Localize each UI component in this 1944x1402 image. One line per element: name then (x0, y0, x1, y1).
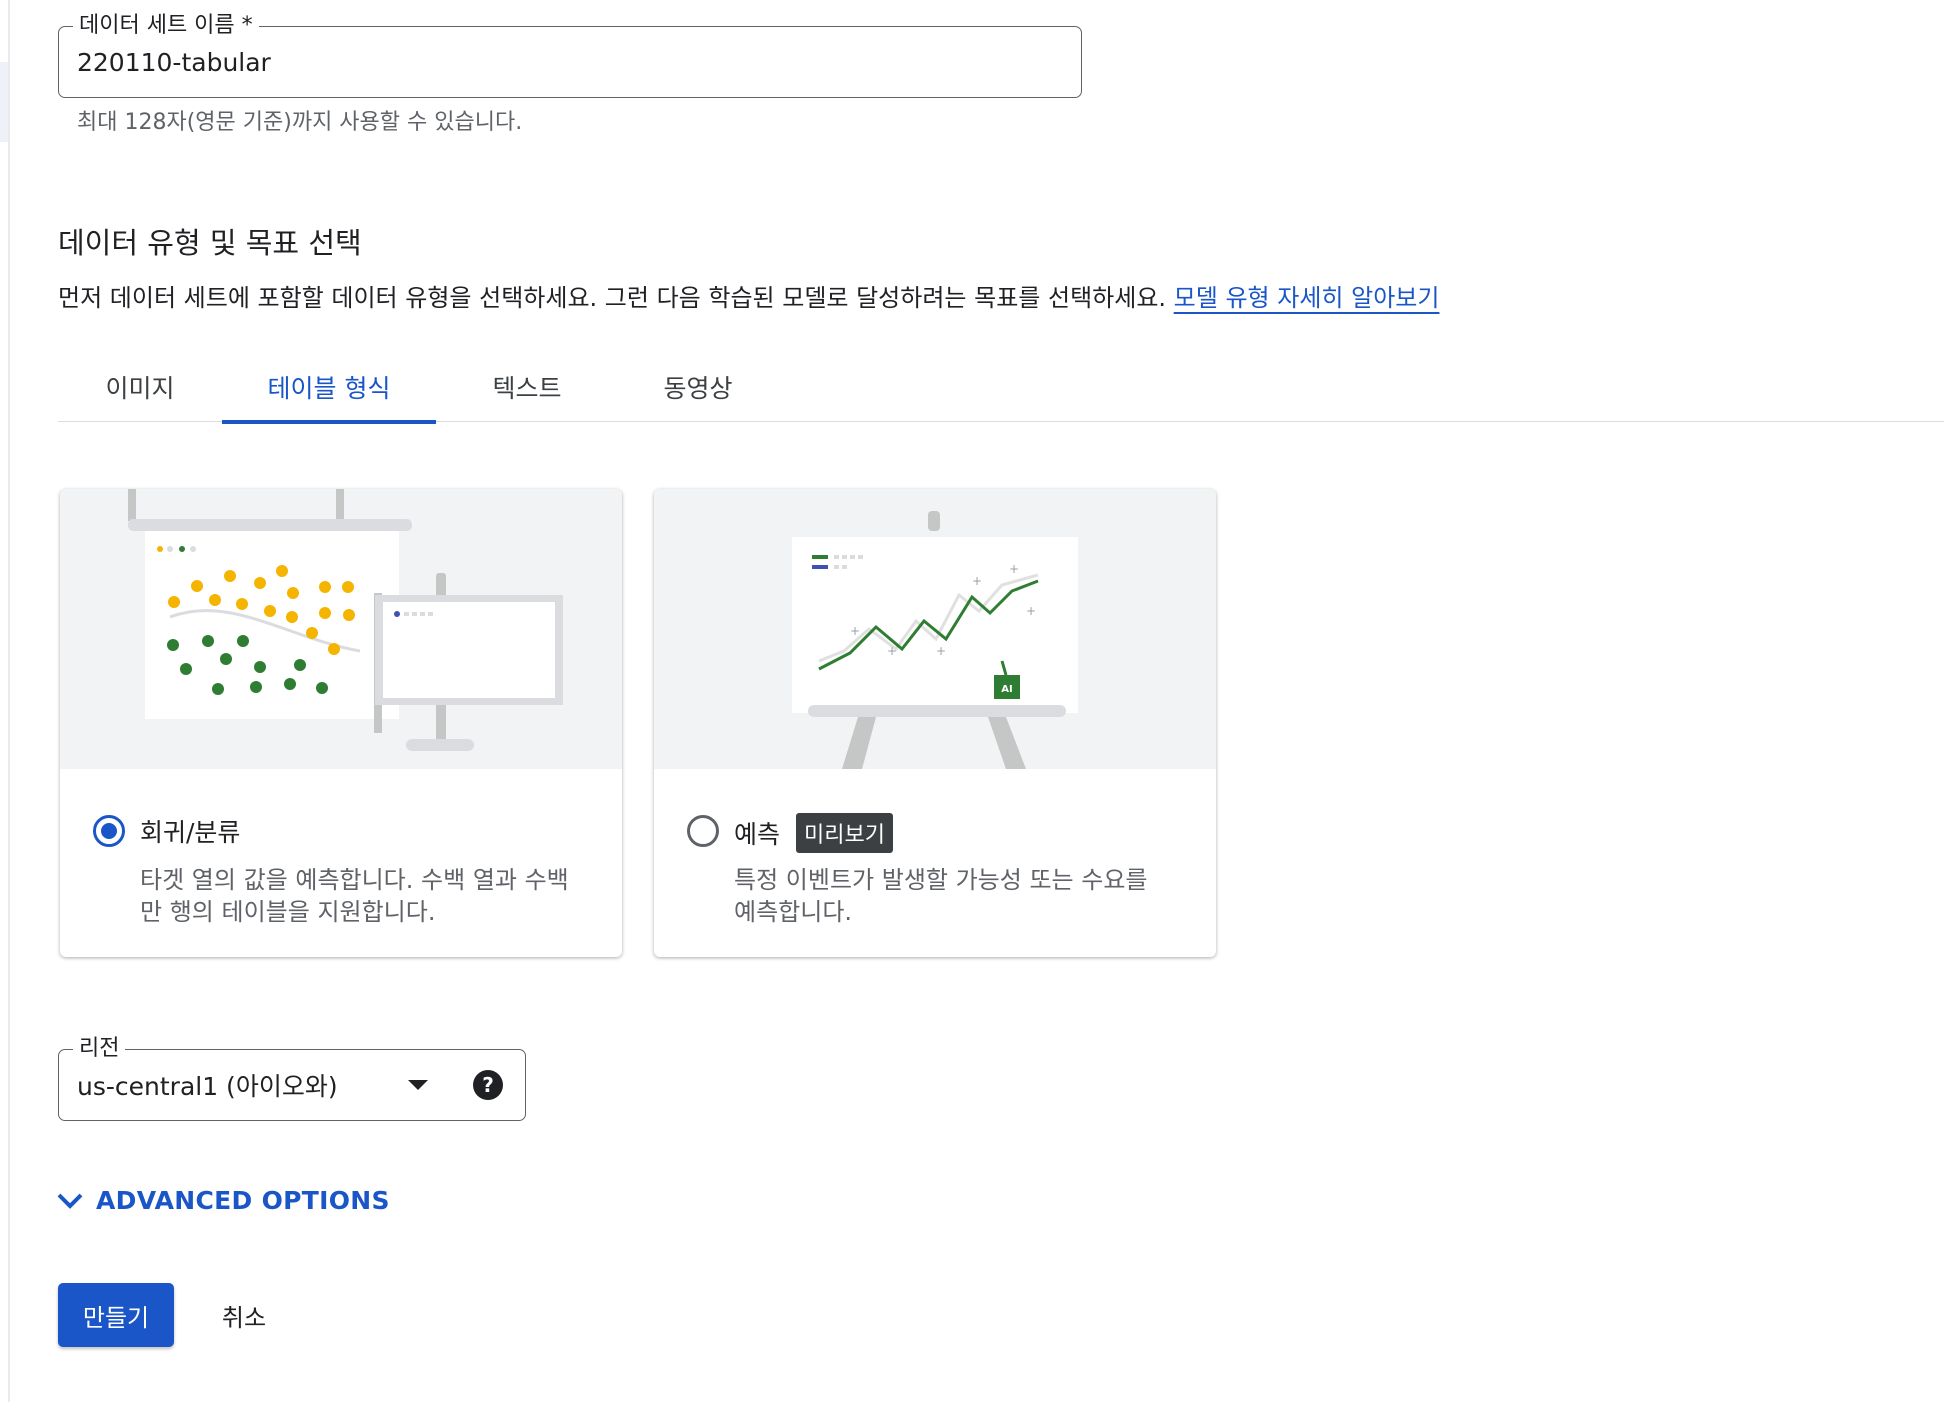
section-description-text: 먼저 데이터 세트에 포함할 데이터 유형을 선택하세요. 그런 다음 학습된 … (58, 284, 1167, 312)
svg-text:+: + (887, 644, 897, 658)
preview-badge: 미리보기 (796, 813, 893, 853)
region-value[interactable]: us-central1 (아이오와) (77, 1050, 338, 1120)
forecasting-title-row: 예측 미리보기 (734, 813, 893, 853)
line-chart-easel-illustration: + + + + + + AI (792, 511, 1078, 769)
regression-description: 타겟 열의 값을 예측합니다. 수백 열과 수백만 행의 테이블을 지원합니다. (140, 866, 569, 926)
help-icon[interactable]: ? (473, 1070, 503, 1100)
region-select[interactable]: 리전 us-central1 (아이오와) ? (58, 1036, 526, 1121)
forecasting-description: 특정 이벤트가 발생할 가능성 또는 수요를 예측합니다. (734, 866, 1148, 926)
forecasting-title: 예측 (734, 820, 781, 849)
regression-illustration (60, 489, 622, 769)
learn-more-link[interactable]: 모델 유형 자세히 알아보기 (1174, 284, 1440, 312)
advanced-options-toggle[interactable]: ADVANCED OPTIONS (56, 1186, 390, 1215)
left-rail-accent (0, 62, 8, 142)
dataset-name-input[interactable]: 220110-tabular (77, 27, 271, 97)
data-type-tabs: 이미지 테이블 형식 텍스트 동영상 (58, 352, 1944, 424)
advanced-options-label: ADVANCED OPTIONS (96, 1186, 390, 1215)
tab-video[interactable]: 동영상 (618, 352, 778, 422)
svg-text:+: + (972, 574, 982, 588)
create-button[interactable]: 만들기 (58, 1283, 174, 1347)
regression-radio[interactable] (93, 815, 125, 847)
regression-title-row: 회귀/분류 (140, 813, 240, 849)
svg-text:+: + (850, 624, 860, 638)
regression-classification-card[interactable]: 회귀/분류 타겟 열의 값을 예측합니다. 수백 열과 수백만 행의 테이블을 … (60, 489, 622, 957)
regression-title: 회귀/분류 (140, 818, 241, 847)
chevron-down-icon (57, 1193, 83, 1209)
dataset-name-field[interactable]: 데이터 세트 이름 * 220110-tabular (58, 13, 1082, 98)
forecasting-illustration: + + + + + + AI (654, 489, 1216, 769)
scatter-board-illustration (128, 489, 563, 751)
svg-text:+: + (1009, 562, 1019, 576)
dropdown-arrow-icon[interactable] (408, 1080, 428, 1090)
cancel-button[interactable]: 취소 (204, 1283, 284, 1347)
section-title: 데이터 유형 및 목표 선택 (58, 226, 362, 260)
tab-image[interactable]: 이미지 (58, 352, 222, 422)
forecasting-radio[interactable] (687, 815, 719, 847)
svg-text:+: + (1026, 604, 1036, 618)
forecasting-card[interactable]: + + + + + + AI 예측 미리보기 특정 이벤트가 발생할 가능성 또는 수요… (654, 489, 1216, 957)
svg-text:+: + (936, 644, 946, 658)
left-rail (8, 0, 10, 1402)
ai-label: AI (1001, 684, 1012, 695)
section-description: 먼저 데이터 세트에 포함할 데이터 유형을 선택하세요. 그런 다음 학습된 … (58, 278, 1439, 313)
tab-tabular[interactable]: 테이블 형식 (222, 352, 436, 424)
tab-text[interactable]: 텍스트 (436, 352, 618, 422)
dataset-name-helper: 최대 128자(영문 기준)까지 사용할 수 있습니다. (77, 110, 523, 135)
